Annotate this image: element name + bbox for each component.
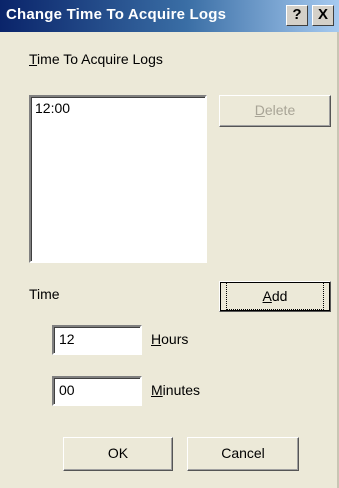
- delete-mnemonic: D: [254, 102, 265, 118]
- time-label: Time: [29, 286, 60, 302]
- minutes-label: Minutes: [151, 382, 200, 398]
- hours-mnemonic: H: [151, 331, 162, 347]
- add-button-label: Add: [225, 282, 325, 310]
- help-button[interactable]: ?: [286, 5, 308, 26]
- hours-input[interactable]: 12: [52, 325, 142, 355]
- hours-label-text: ours: [161, 331, 189, 347]
- ok-button[interactable]: OK: [63, 437, 173, 471]
- add-label-text: dd: [271, 288, 288, 304]
- window-title: Change Time To Acquire Logs: [6, 6, 227, 23]
- schedule-label-mnemonic: T: [29, 51, 38, 67]
- cancel-button-label: Cancel: [221, 445, 265, 461]
- delete-button-label: Delete: [255, 96, 295, 124]
- add-mnemonic: A: [262, 288, 272, 304]
- help-icon: ?: [292, 6, 302, 23]
- close-button[interactable]: X: [312, 5, 334, 26]
- add-button[interactable]: Add: [219, 281, 331, 312]
- cancel-button[interactable]: Cancel: [187, 437, 299, 471]
- close-icon: X: [317, 6, 328, 23]
- hours-label: Hours: [151, 331, 188, 347]
- schedule-list-label: Time To Acquire Logs: [29, 51, 163, 67]
- delete-button[interactable]: Delete: [219, 95, 331, 127]
- title-bar[interactable]: Change Time To Acquire Logs ? X: [0, 0, 339, 32]
- delete-label-text: elete: [264, 102, 296, 118]
- ok-button-label: OK: [107, 445, 129, 461]
- minutes-label-text: inutes: [162, 382, 201, 398]
- schedule-label-text: ime To Acquire Logs: [37, 51, 163, 67]
- change-time-dialog: Change Time To Acquire Logs ? X Time To …: [0, 0, 339, 488]
- minutes-mnemonic: M: [151, 382, 163, 398]
- minutes-input[interactable]: 00: [52, 376, 142, 406]
- schedule-listbox[interactable]: 12:00: [29, 95, 207, 263]
- list-item[interactable]: 12:00: [35, 100, 201, 116]
